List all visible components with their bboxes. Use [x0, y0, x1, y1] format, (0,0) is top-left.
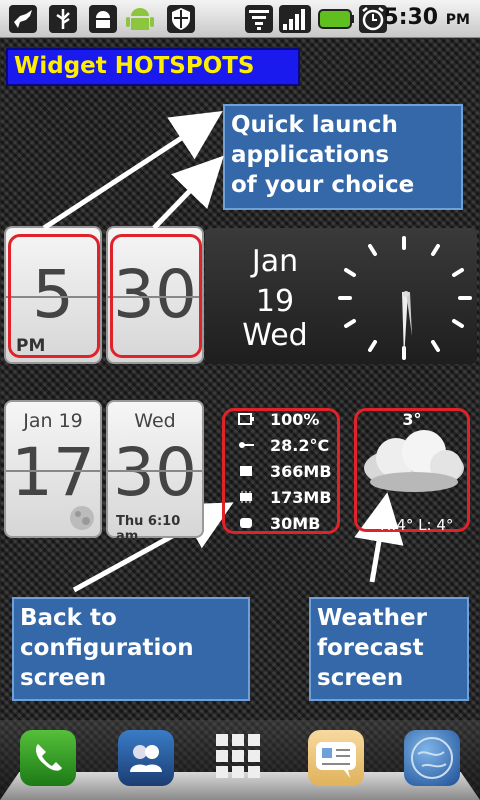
stat-memory: 173MB: [270, 488, 332, 507]
info-day-number: 17: [11, 434, 95, 511]
sd-card-icon: [240, 518, 252, 528]
callout-weather: Weather forecast screen: [309, 597, 469, 701]
title-banner: Widget HOTSPOTS: [6, 48, 300, 86]
usb-icon: [49, 5, 77, 33]
info-weekday: Wed: [134, 410, 176, 432]
weather-hilo: H:4° L: 4°: [380, 516, 454, 534]
time-flip-card[interactable]: Wed 30 Thu 6:10 am: [106, 400, 204, 544]
stat-storage: 366MB: [270, 462, 332, 481]
hotspot-hour[interactable]: [8, 234, 100, 358]
weather-temp: 3°: [402, 410, 422, 429]
stat-battery: 100%: [270, 410, 320, 429]
callout-back-config: Back to configuration screen: [12, 597, 250, 701]
stat-temperature: 28.2°C: [270, 436, 330, 455]
date-flip-card[interactable]: Jan 19 17: [4, 400, 102, 538]
signal-icon: [279, 5, 311, 33]
status-time: 5:30: [383, 5, 439, 30]
android-icon: [126, 8, 154, 30]
messaging-icon[interactable]: [308, 730, 364, 786]
stat-sd: 30MB: [270, 514, 321, 533]
battery-icon: [318, 9, 354, 29]
clock-month: Jan: [251, 244, 299, 279]
memory-chip-icon: [240, 491, 252, 503]
cloud-icon: [364, 430, 464, 492]
callout-quick-launch: Quick launch applications of your choice: [223, 104, 463, 210]
info-minutes: 30: [113, 434, 197, 511]
hotspot-minute[interactable]: [110, 234, 202, 358]
bird-icon: [9, 5, 37, 33]
storage-icon: [240, 466, 252, 476]
moon-icon: [70, 506, 94, 530]
app-drawer-icon[interactable]: [212, 730, 268, 786]
contacts-icon[interactable]: [118, 730, 174, 786]
browser-icon[interactable]: [404, 730, 460, 786]
home-screen: { "status_bar": { "time": "5:30", "ampm"…: [0, 0, 480, 800]
status-ampm: PM: [445, 12, 470, 28]
info-date: Jan 19: [23, 410, 83, 432]
wifi-icon: [245, 5, 273, 33]
clock-day: 19: [255, 284, 295, 319]
alarm-time: Thu 6:10 am: [116, 514, 181, 544]
shield-icon: [167, 5, 195, 33]
phone-icon[interactable]: [20, 730, 76, 786]
battery-stat-icon: [238, 413, 254, 425]
clock-weekday: Wed: [242, 318, 308, 353]
android-debug-icon: [89, 5, 117, 33]
thermometer-icon: [239, 442, 254, 448]
page-title: Widget HOTSPOTS: [14, 53, 255, 79]
analog-clock-icon: [338, 236, 472, 360]
status-clock: 5:30 PM: [383, 5, 470, 30]
status-bar[interactable]: 5:30 PM: [0, 0, 480, 38]
